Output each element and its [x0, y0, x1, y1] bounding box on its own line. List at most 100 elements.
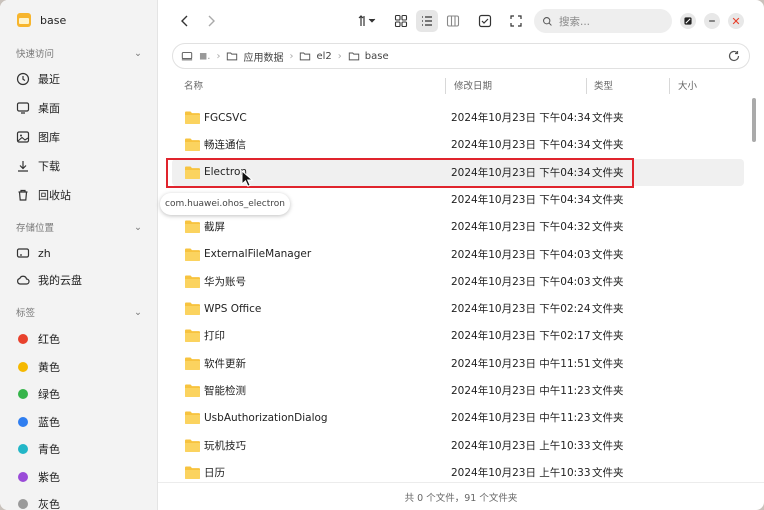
sidebar-item-label: 下载 [38, 160, 60, 173]
crumb-app-data[interactable]: 应用数据 [226, 49, 283, 64]
folder-icon [185, 220, 200, 234]
column-header-type[interactable]: 类型 [594, 78, 613, 94]
storage-header[interactable]: 存储位置 ⌄ [16, 220, 142, 235]
refresh-icon[interactable] [727, 49, 741, 63]
file-type: 文件夹 [592, 248, 624, 261]
forward-button[interactable] [200, 10, 222, 32]
chevron-down-icon: ⌄ [134, 47, 142, 59]
column-view-icon [446, 15, 460, 27]
file-date: 2024年10月23日 上午10:33 [451, 439, 591, 452]
scrollbar-thumb[interactable] [752, 98, 756, 142]
sidebar-item-label: 回收站 [38, 189, 71, 202]
file-name: 软件更新 [204, 357, 246, 370]
column-view-button[interactable] [442, 10, 464, 32]
file-date: 2024年10月23日 下午02:17 [451, 330, 591, 343]
chevron-left-icon [181, 15, 188, 27]
sidebar-item-desktop[interactable]: 桌面 [16, 97, 146, 119]
file-row[interactable]: WPS Office 2024年10月23日 下午02:24 文件夹 [172, 295, 744, 322]
main-pane: 搜索... ◼. › 应用数据 › el2 › base 名称 修改日期 类型 … [158, 0, 764, 510]
column-divider[interactable] [586, 78, 587, 94]
file-row[interactable]: 玩机技巧 2024年10月23日 上午10:33 文件夹 [172, 432, 744, 459]
tag-dot-icon [18, 444, 28, 454]
minimize-icon [709, 20, 715, 22]
sidebar-tag-red[interactable]: 红色 [16, 328, 146, 350]
search-icon [543, 16, 552, 26]
file-type: 文件夹 [592, 439, 624, 452]
expand-button[interactable] [505, 10, 527, 32]
file-row[interactable]: 智能检测 2024年10月23日 中午11:23 文件夹 [172, 377, 744, 404]
tags-header[interactable]: 标签 ⌄ [16, 305, 142, 320]
sidebar-item-download[interactable]: 下载 [16, 155, 146, 177]
quick-access-header[interactable]: 快速访问 ⌄ [16, 46, 142, 61]
column-header-date[interactable]: 修改日期 [454, 78, 492, 94]
search-input[interactable]: 搜索... [534, 9, 672, 33]
tag-dot-icon [18, 417, 28, 427]
sidebar-item-cloud[interactable]: 我的云盘 [16, 269, 146, 291]
crumb-base[interactable]: base [348, 50, 389, 62]
sidebar-item-zh[interactable]: zh [16, 242, 146, 264]
sidebar-item-label: 绿色 [38, 388, 60, 401]
sidebar-item-trash[interactable]: 回收站 [16, 184, 146, 206]
clock-icon [16, 72, 30, 86]
column-divider[interactable] [669, 78, 670, 94]
column-header-name[interactable]: 名称 [184, 78, 203, 94]
search-placeholder: 搜索... [559, 15, 591, 28]
grid-view-button[interactable] [390, 10, 412, 32]
file-type: 文件夹 [592, 221, 624, 234]
file-row[interactable]: 截屏 2024年10月23日 下午04:32 文件夹 [172, 213, 744, 240]
list-view-button[interactable] [416, 10, 438, 32]
file-name: 玩机技巧 [204, 439, 246, 452]
folder-outline-icon [300, 52, 311, 61]
folder-icon [185, 411, 200, 425]
file-row[interactable]: 软件更新 2024年10月23日 中午11:51 文件夹 [172, 350, 744, 377]
folder-icon [185, 329, 200, 343]
file-manager-window: base 快速访问 ⌄ 最近 桌面 图库 下载 回收站 存储位置 ⌄ zh 我的… [0, 0, 764, 510]
sidebar-tag-green[interactable]: 绿色 [16, 383, 146, 405]
close-button[interactable] [728, 13, 744, 29]
file-name: FGCSVC [204, 111, 247, 124]
minimize-button[interactable] [704, 13, 720, 29]
crumb-el2[interactable]: el2 [299, 50, 332, 62]
pin-button[interactable] [680, 13, 696, 29]
file-date: 2024年10月23日 下午04:34 [451, 193, 591, 206]
file-type: 文件夹 [592, 412, 624, 425]
select-button[interactable] [474, 10, 496, 32]
sort-button[interactable] [352, 10, 382, 32]
file-row[interactable]: 日历 2024年10月23日 上午10:33 文件夹 [172, 459, 744, 482]
sidebar-item-label: zh [38, 246, 51, 260]
file-row[interactable]: Electron 2024年10月23日 下午04:34 文件夹 [172, 158, 744, 186]
file-type: 文件夹 [592, 139, 624, 152]
app-title-text: base [40, 13, 67, 27]
sidebar-item-gallery[interactable]: 图库 [16, 126, 146, 148]
file-type: 文件夹 [592, 112, 624, 124]
drive-icon [16, 248, 30, 258]
sidebar-tag-blue[interactable]: 蓝色 [16, 411, 146, 433]
file-row[interactable]: 打印 2024年10月23日 下午02:17 文件夹 [172, 322, 744, 349]
trash-icon [18, 189, 28, 201]
sidebar-item-label: 紫色 [38, 471, 60, 484]
file-date: 2024年10月23日 下午04:34 [451, 112, 591, 124]
file-row[interactable]: FGCSVC 2024年10月23日 下午04:34 文件夹 [172, 104, 744, 131]
column-header-size[interactable]: 大小 [678, 78, 697, 94]
sidebar: base 快速访问 ⌄ 最近 桌面 图库 下载 回收站 存储位置 ⌄ zh 我的… [0, 0, 158, 510]
sidebar-item-recent[interactable]: 最近 [16, 68, 146, 90]
file-date: 2024年10月23日 下午04:34 [451, 166, 591, 179]
file-row[interactable]: ExternalFileManager 2024年10月23日 下午04:03 文件… [172, 241, 744, 268]
file-date: 2024年10月23日 上午10:33 [451, 466, 591, 479]
sidebar-tag-yellow[interactable]: 黄色 [16, 356, 146, 378]
tag-dot-icon [18, 334, 28, 344]
app-title: base [16, 12, 66, 28]
chevron-down-icon: ⌄ [134, 221, 142, 233]
file-row[interactable]: 华为账号 2024年10月23日 下午04:03 文件夹 [172, 268, 744, 295]
sidebar-tag-cyan[interactable]: 青色 [16, 438, 146, 460]
column-divider[interactable] [445, 78, 446, 94]
sidebar-item-label: 红色 [38, 333, 60, 346]
sidebar-tag-purple[interactable]: 紫色 [16, 466, 146, 488]
sidebar-tag-gray[interactable]: 灰色 [16, 493, 146, 510]
folder-outline-icon [227, 52, 238, 61]
address-bar[interactable]: ◼. › 应用数据 › el2 › base [172, 43, 750, 69]
file-row[interactable]: 畅连通信 2024年10月23日 下午04:34 文件夹 [172, 131, 744, 158]
close-icon [732, 17, 740, 25]
back-button[interactable] [174, 10, 196, 32]
file-row[interactable]: UsbAuthorizationDialog 2024年10月23日 中午11:2… [172, 404, 744, 431]
